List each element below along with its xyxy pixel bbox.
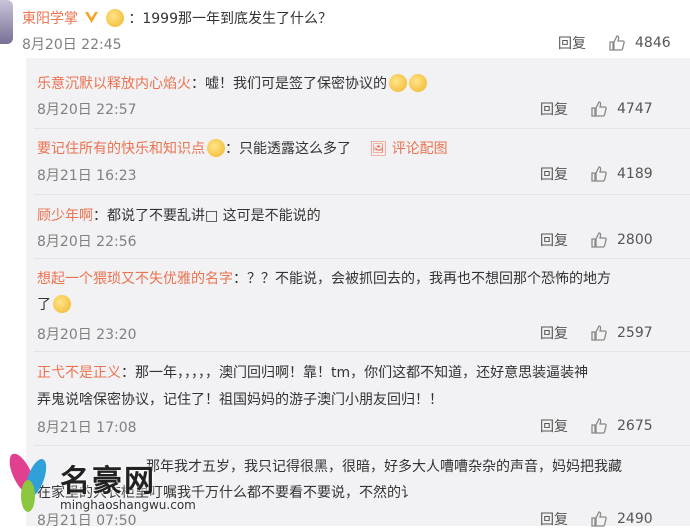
thumbs-up-icon[interactable]	[608, 34, 626, 52]
comment-time: 8月21日 17:08	[37, 420, 137, 436]
main-post-text: ：1999那一年到底发生了什么？	[128, 11, 332, 27]
comment-line: 正弋不是正义：那一年，，，，，澳门回归啊！靠！tm，你们这都不知道，还好意思装逼…	[37, 362, 588, 382]
comment-user[interactable]: 正弋不是正义	[37, 365, 121, 381]
main-post-user[interactable]: 東阳学掌	[22, 11, 78, 27]
comment-line: 顾少年啊：都说了不要乱讲□ 这可是不能说的	[37, 205, 321, 225]
thumbs-up-icon[interactable]	[590, 231, 608, 249]
comment-line-2: 弄鬼说啥保密协议，记住了！祖国妈妈的游子澳门小朋友回归！！	[37, 392, 443, 408]
reply-button[interactable]: 回复	[540, 416, 568, 436]
comment-time: 8月20日 22:57	[37, 102, 137, 118]
comment-time: 8月20日 23:20	[37, 327, 137, 343]
comment-user[interactable]: 乐意沉默以释放内心焰火	[37, 76, 191, 92]
main-post-line: 東阳学掌 ：1999那一年到底发生了什么？	[22, 8, 332, 28]
thumbs-up-icon[interactable]	[590, 100, 608, 118]
reply-button[interactable]: 回复	[558, 33, 586, 53]
verified-v-icon	[85, 12, 99, 23]
like-count: 2597	[617, 325, 653, 341]
emoji-icon	[389, 74, 407, 92]
comment-user[interactable]: 要记住所有的快乐和知识点	[37, 141, 205, 157]
watermark-title: 名豪网	[60, 464, 156, 499]
comment-actions: 回复 2800	[540, 230, 653, 250]
like-count: 2490	[617, 511, 653, 527]
thumbs-up-icon[interactable]	[590, 417, 608, 435]
comment-time: 8月21日 16:23	[37, 168, 137, 184]
reply-button[interactable]: 回复	[540, 323, 568, 343]
watermark-logo-icon	[9, 453, 47, 512]
like-count: 4846	[635, 35, 671, 51]
comment-user[interactable]: 想起一个猥琐又不失优雅的名字	[37, 271, 233, 287]
divider	[34, 194, 690, 195]
like-count: 4747	[617, 101, 653, 117]
comment-text: ：只能透露这么多了	[225, 141, 351, 157]
watermark-url: minghaoshangwu.com	[60, 498, 196, 512]
comment-text: ：都说了不要乱讲□ 这可是不能说的	[93, 208, 321, 224]
like-count: 4189	[617, 166, 653, 182]
thumbs-up-icon[interactable]	[590, 324, 608, 342]
emoji-icon	[53, 295, 71, 313]
site-watermark: 名豪网 minghaoshangwu.com	[0, 442, 270, 526]
reply-button[interactable]: 回复	[540, 164, 568, 184]
image-icon: 🖼	[369, 141, 388, 157]
comment-text: ：？？不能说，会被抓回去的，我再也不想回那个恐怖的地方	[233, 271, 611, 287]
reply-button[interactable]: 回复	[540, 509, 568, 529]
divider	[34, 128, 690, 129]
comment-text: ：嘘！我们可是签了保密协议的	[191, 76, 387, 92]
avatar[interactable]	[0, 0, 13, 44]
comment-actions: 回复 2597	[540, 323, 653, 343]
comment-time: 8月20日 22:56	[37, 234, 137, 250]
like-count: 2800	[617, 232, 653, 248]
emoji-icon	[105, 9, 124, 27]
comment-text: ：那一年，，，，，澳门回归啊！靠！tm，你们这都不知道，还好意思装逼装神	[121, 365, 589, 381]
divider	[34, 258, 690, 259]
thumbs-up-icon[interactable]	[590, 510, 608, 528]
divider	[34, 351, 690, 352]
emoji-icon	[409, 74, 427, 92]
like-count: 2675	[617, 418, 653, 434]
comment-user[interactable]: 顾少年啊	[37, 208, 93, 224]
reply-button[interactable]: 回复	[540, 99, 568, 119]
comment-line: 想起一个猥琐又不失优雅的名字：？？不能说，会被抓回去的，我再也不想回那个恐怖的地…	[37, 268, 611, 288]
comment-line: 乐意沉默以释放内心焰火：嘘！我们可是签了保密协议的	[37, 73, 427, 93]
thumbs-up-icon[interactable]	[590, 165, 608, 183]
comment-actions: 回复 2675	[540, 416, 653, 436]
main-post-actions: 回复 4846	[558, 33, 671, 53]
comment-actions: 回复 4747	[540, 99, 653, 119]
comment-line-2: 了	[37, 294, 71, 314]
comment-line: 要记住所有的快乐和知识点 ：只能透露这么多了 🖼 评论配图	[37, 138, 448, 158]
reply-button[interactable]: 回复	[540, 230, 568, 250]
comment-actions: 回复 4189	[540, 164, 653, 184]
comment-actions: 回复 2490	[540, 509, 653, 529]
emoji-icon	[207, 139, 225, 157]
comment-image-link[interactable]: 🖼 评论配图	[369, 141, 447, 157]
main-post-time: 8月20日 22:45	[22, 37, 122, 53]
